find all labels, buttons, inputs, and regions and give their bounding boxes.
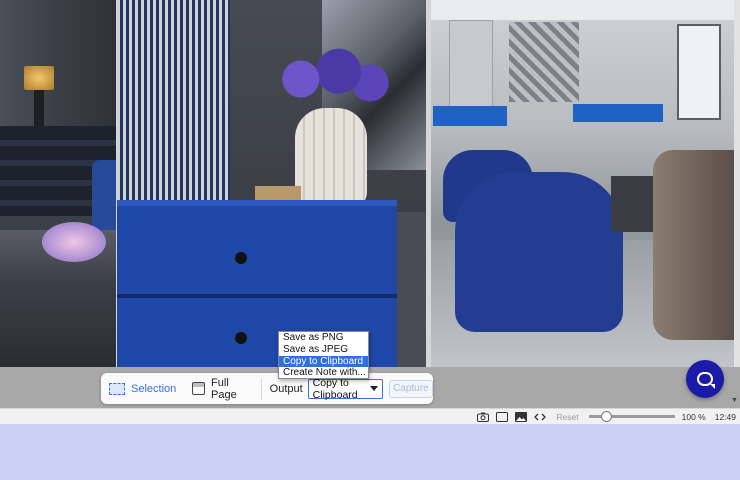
zoom-slider[interactable]	[588, 411, 675, 422]
dropdown-option-save-jpeg[interactable]: Save as JPEG	[279, 344, 368, 356]
scroll-down-arrow-icon[interactable]: ▼	[731, 397, 738, 404]
code-icon[interactable]	[534, 412, 547, 422]
zoom-reset-button[interactable]: Reset	[556, 412, 578, 422]
chat-bubble-icon	[697, 372, 715, 389]
output-select[interactable]: Copy to Clipboard	[307, 376, 383, 401]
zoom-level: 100 %	[681, 411, 706, 422]
zoom-slider-thumb[interactable]	[600, 411, 612, 422]
image-icon[interactable]	[515, 411, 528, 422]
clock-time: 12:49	[714, 411, 736, 422]
fullpage-label: Full Page	[211, 376, 237, 401]
page-scrollbar[interactable]	[734, 0, 740, 367]
browser-window-icon	[192, 382, 206, 395]
selection-label: Selection	[131, 382, 177, 395]
camera-icon[interactable]	[477, 412, 490, 422]
caret-down-icon	[369, 386, 378, 391]
chat-support-button[interactable]	[686, 360, 724, 398]
fullpage-mode-button[interactable]: Full Page	[184, 373, 255, 404]
interior-photo-right	[431, 0, 734, 367]
selection-mode-button[interactable]: Selection	[101, 373, 184, 404]
dashed-rectangle-icon	[109, 382, 125, 395]
capture-label: Capture	[393, 383, 429, 394]
window-icon[interactable]	[496, 411, 509, 422]
dropdown-option-save-png[interactable]: Save as PNG	[279, 332, 368, 344]
interior-photo-left	[0, 0, 116, 367]
webpage-content	[0, 0, 740, 367]
dropdown-option-copy-clipboard[interactable]: Copy to Clipboard	[279, 355, 368, 368]
dropdown-option-create-note[interactable]: Create Note with...	[279, 367, 368, 379]
interior-photo-center	[117, 0, 426, 367]
output-label: Output	[269, 382, 303, 395]
capture-toolbar: Selection Full Page Output Copy to Clipb…	[101, 373, 433, 404]
output-dropdown-menu: Save as PNG Save as JPEG Copy to Clipboa…	[278, 331, 369, 379]
capture-button[interactable]: Capture	[388, 379, 433, 398]
output-selected-value: Copy to Clipboard	[312, 376, 358, 401]
browser-status-bar: Reset 100 % 12:49	[0, 408, 740, 424]
